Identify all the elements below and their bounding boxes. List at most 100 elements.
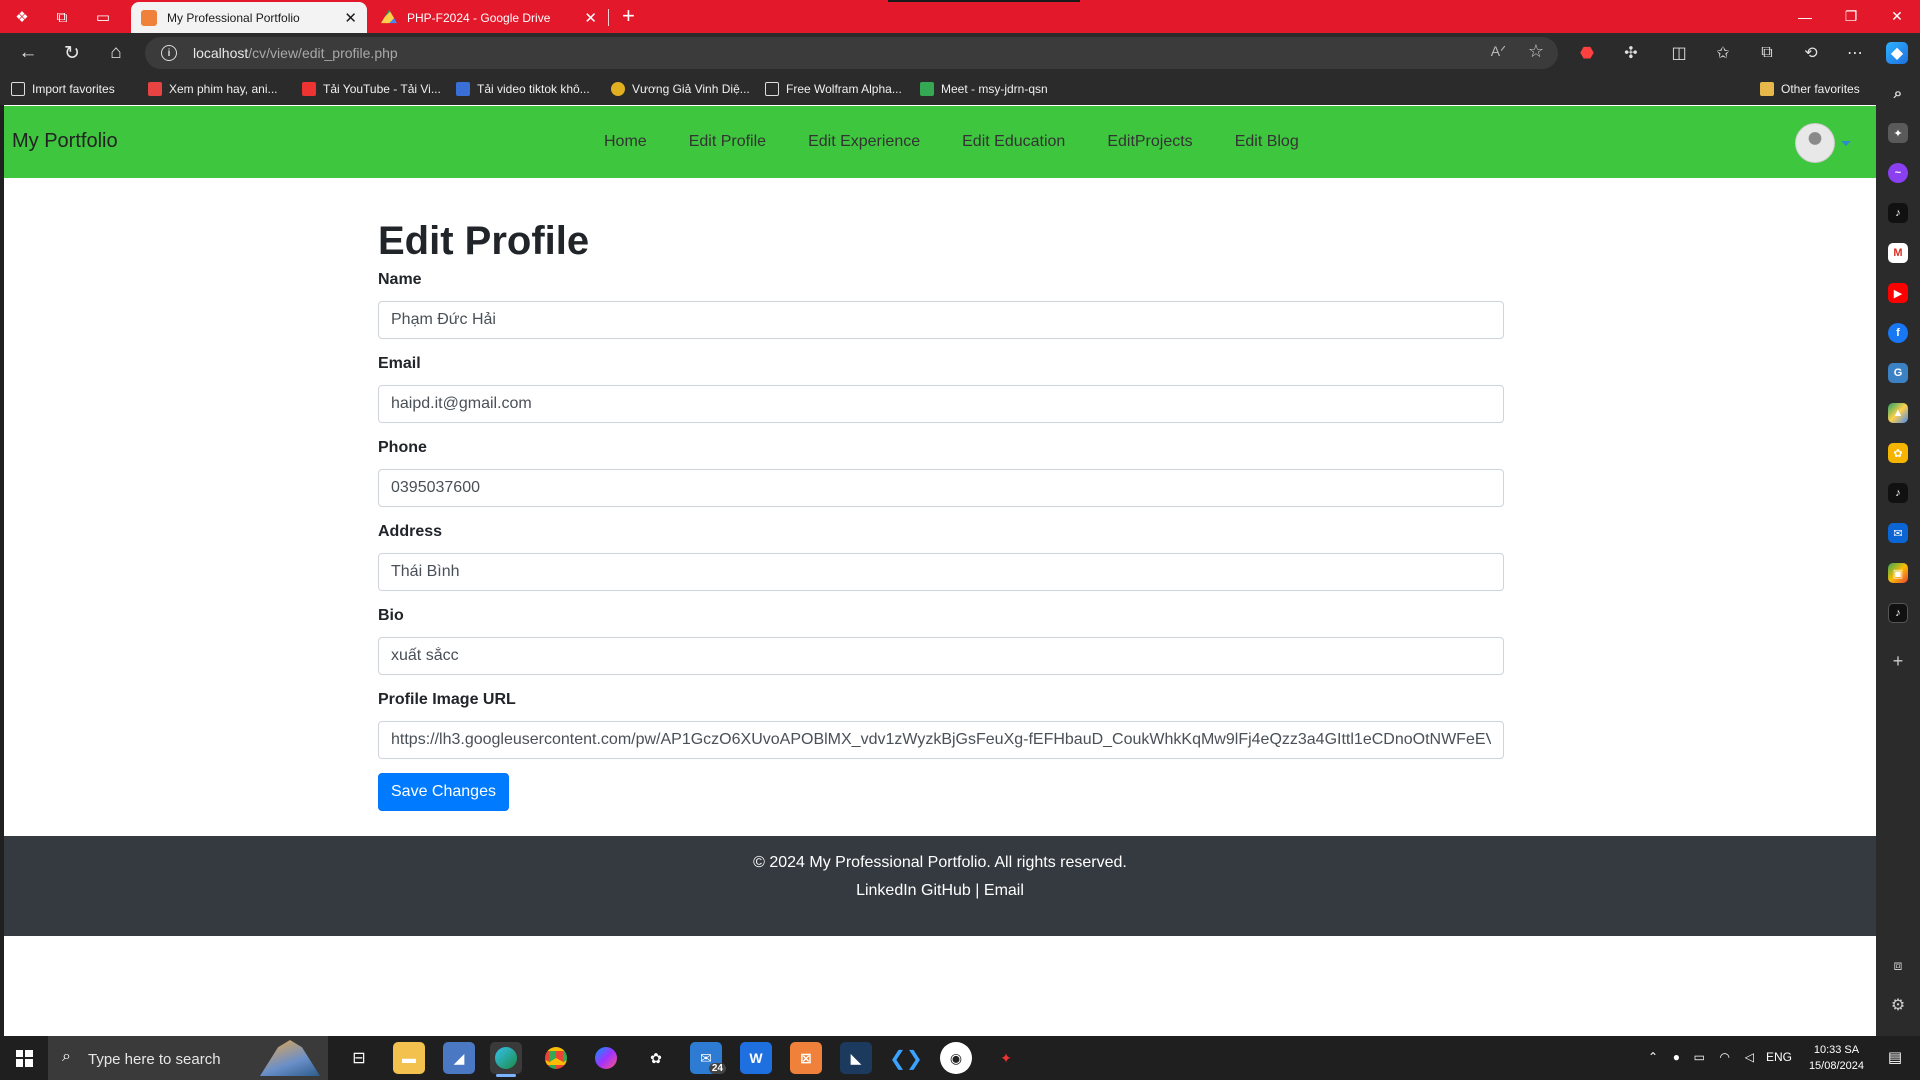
tab-actions-icon[interactable]: ▭ (92, 6, 114, 28)
minimize-icon[interactable]: — (1782, 0, 1828, 33)
tab-google-drive[interactable]: PHP-F2024 - Google Drive ✕ (371, 2, 607, 33)
profile-image-url-field[interactable] (378, 721, 1504, 759)
nav-home[interactable]: Home (604, 133, 647, 151)
nav-edit-profile[interactable]: Edit Profile (689, 133, 766, 151)
adblock-extension-icon[interactable]: ⬣ (1576, 42, 1598, 64)
chrome-icon[interactable] (540, 1042, 572, 1074)
close-window-icon[interactable]: ✕ (1874, 0, 1920, 33)
app-icon[interactable]: ◉ (940, 1042, 972, 1074)
task-view-icon[interactable]: ⊟ (343, 1042, 375, 1074)
favorite-wolfram[interactable]: Free Wolfram Alpha... (765, 80, 902, 98)
phone-field[interactable] (378, 469, 1504, 507)
nav-edit-blog[interactable]: Edit Blog (1235, 133, 1299, 151)
favorite-star-icon[interactable]: ☆ (1528, 41, 1544, 62)
copilot-icon[interactable]: ◆ (1886, 42, 1908, 64)
file-explorer-icon[interactable]: ▬ (393, 1042, 425, 1074)
app-icon[interactable]: ◢ (443, 1042, 475, 1074)
notifications-icon[interactable]: ▤ (1888, 1048, 1902, 1066)
add-sidebar-app-icon[interactable]: + (1888, 651, 1908, 671)
user-menu[interactable] (1795, 123, 1851, 163)
chevron-down-icon[interactable] (1841, 140, 1851, 146)
other-favorites[interactable]: Other favorites (1760, 80, 1860, 98)
battery-icon[interactable]: ▭ (1694, 1050, 1705, 1064)
app-icon[interactable]: ✦ (990, 1042, 1022, 1074)
nav-edit-projects[interactable]: EditProjects (1107, 133, 1192, 151)
messages-icon[interactable]: ✉ (1888, 523, 1908, 543)
tiktok-icon[interactable]: ♪ (1888, 203, 1908, 223)
url-text[interactable]: localhost/cv/view/edit_profile.php (193, 45, 398, 61)
favorite-import[interactable]: Import favorites (11, 80, 115, 98)
start-button[interactable] (0, 1036, 48, 1080)
mail-icon[interactable]: ✉ 24 (690, 1042, 726, 1074)
workspaces-icon[interactable]: ⧉ (51, 6, 73, 28)
tab-portfolio[interactable]: My Professional Portfolio ✕ (131, 2, 367, 33)
microphone-icon[interactable]: ● (1673, 1050, 1680, 1064)
tiktok-icon[interactable]: ♪ (1888, 603, 1908, 623)
sidebar-settings-icon[interactable]: ⚙ (1888, 995, 1908, 1015)
favorite-tiktok[interactable]: Tải video tiktok khô... (456, 80, 590, 98)
favorites-icon[interactable]: ✩ (1712, 42, 1734, 64)
tab-separator (608, 9, 609, 26)
tiktok-icon[interactable]: ♪ (1888, 483, 1908, 503)
back-icon[interactable]: ← (16, 41, 40, 65)
footer-linkedin-link[interactable]: LinkedIn (856, 882, 917, 899)
favorite-game[interactable]: Vương Giả Vinh Diệ... (611, 80, 750, 98)
site-brand[interactable]: My Portfolio (12, 130, 118, 153)
url-path: /cv/view/edit_profile.php (248, 45, 398, 61)
bio-field[interactable] (378, 637, 1504, 675)
split-screen-icon[interactable]: ◫ (1668, 42, 1690, 64)
email-field[interactable] (378, 385, 1504, 423)
favorite-youtube[interactable]: Tải YouTube - Tải Vi... (302, 80, 441, 98)
taskbar-clock[interactable]: 10:33 SA 15/08/2024 (1809, 1042, 1864, 1074)
home-icon[interactable]: ⌂ (104, 41, 128, 65)
taskbar-search[interactable]: ⌕ Type here to search (48, 1036, 328, 1080)
google-drive-icon[interactable]: ▲ (1888, 403, 1908, 423)
nav-edit-experience[interactable]: Edit Experience (808, 133, 920, 151)
avatar[interactable] (1795, 123, 1835, 163)
sidebar-search-icon[interactable]: ⌕ (1888, 83, 1908, 103)
google-photos-icon[interactable]: ✿ (1888, 443, 1908, 463)
sidebar-tools-icon[interactable]: ✦ (1888, 123, 1908, 143)
close-tab-icon[interactable]: ✕ (584, 9, 597, 27)
footer-email-link[interactable]: Email (984, 882, 1024, 899)
name-field[interactable] (378, 301, 1504, 339)
facebook-icon[interactable]: f (1888, 323, 1908, 343)
more-menu-icon[interactable]: ⋯ (1844, 42, 1866, 64)
footer-copyright: © 2024 My Professional Portfolio. All ri… (753, 854, 1127, 871)
messenger-icon[interactable] (590, 1042, 622, 1074)
read-aloud-icon[interactable]: Aᐟ (1491, 43, 1506, 60)
messenger-icon[interactable]: ~ (1888, 163, 1908, 183)
collections-icon[interactable]: ⧉ (1756, 42, 1778, 64)
translate-icon[interactable]: G (1888, 363, 1908, 383)
site-info-icon[interactable]: i (161, 45, 177, 61)
photos-icon[interactable]: ✿ (640, 1042, 672, 1074)
close-tab-icon[interactable]: ✕ (344, 9, 357, 27)
screenshot-icon[interactable]: ⧈ (1888, 955, 1908, 975)
favorite-meet[interactable]: Meet - msy-jdrn-qsn (920, 80, 1048, 98)
favorite-phim[interactable]: Xem phim hay, ani... (148, 80, 278, 98)
google-meet-icon[interactable]: ▣ (1888, 563, 1908, 583)
restore-icon[interactable]: ❐ (1828, 0, 1874, 33)
extensions-icon[interactable]: ✣ (1620, 42, 1642, 64)
xampp-icon[interactable]: ⊠ (790, 1042, 822, 1074)
edge-icon[interactable] (490, 1042, 522, 1077)
gmail-icon[interactable]: M (1888, 243, 1908, 263)
history-icon[interactable]: ⟲ (1800, 42, 1822, 64)
save-changes-button[interactable]: Save Changes (378, 773, 509, 811)
address-field[interactable] (378, 553, 1504, 591)
new-tab-icon[interactable]: + (622, 3, 635, 29)
nav-edit-education[interactable]: Edit Education (962, 133, 1065, 151)
refresh-icon[interactable]: ↻ (60, 41, 84, 65)
vscode-icon[interactable]: ❮❯ (889, 1042, 923, 1074)
app-icon[interactable]: ◣ (840, 1042, 872, 1074)
email-group: Email (378, 355, 1504, 423)
show-hidden-icons-icon[interactable]: ⌃ (1648, 1050, 1658, 1064)
volume-icon[interactable]: ◁ (1745, 1050, 1754, 1064)
address-bar[interactable]: i localhost/cv/view/edit_profile.php Aᐟ … (145, 37, 1558, 69)
youtube-icon[interactable]: ▶ (1888, 283, 1908, 303)
language-indicator[interactable]: ENG (1766, 1050, 1792, 1064)
wifi-icon[interactable]: ◠ (1720, 1050, 1730, 1064)
profile-icon[interactable]: ❖ (11, 6, 33, 28)
footer-github-link[interactable]: GitHub (921, 882, 971, 899)
app-icon[interactable]: W (740, 1042, 772, 1074)
